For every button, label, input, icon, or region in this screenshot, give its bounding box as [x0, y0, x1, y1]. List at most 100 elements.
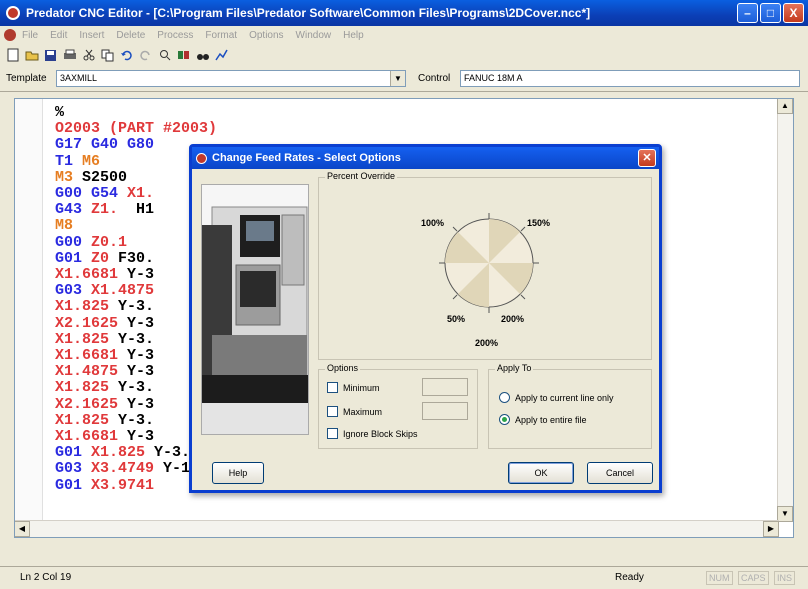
- code-token: M6: [82, 152, 101, 170]
- apply-current-radio[interactable]: Apply to current line only: [499, 392, 614, 403]
- code-token: Z1.: [91, 201, 137, 219]
- scroll-left-icon[interactable]: ◀: [15, 521, 30, 537]
- code-token: G43: [55, 201, 92, 219]
- code-token: X1.825: [55, 298, 119, 316]
- dialog-title: Change Feed Rates - Select Options: [212, 152, 401, 164]
- binoculars-icon[interactable]: [194, 47, 211, 64]
- minimum-label: Minimum: [343, 382, 380, 393]
- chevron-down-icon[interactable]: ▼: [390, 71, 405, 86]
- code-line[interactable]: %: [55, 104, 370, 121]
- code-token: X1.825: [91, 444, 155, 462]
- close-button[interactable]: X: [783, 3, 804, 23]
- redo-icon[interactable]: [137, 47, 154, 64]
- status-ready: Ready: [615, 572, 644, 583]
- minimum-field[interactable]: [422, 378, 468, 396]
- template-select[interactable]: 3AXMILL ▼: [56, 70, 406, 87]
- dialog-titlebar: Change Feed Rates - Select Options ✕: [192, 147, 659, 169]
- radio-button-selected[interactable]: [499, 414, 510, 425]
- print-icon[interactable]: [61, 47, 78, 64]
- code-token: X2.1625: [55, 314, 128, 332]
- control-value: FANUC 18M A: [464, 73, 523, 83]
- code-token: G03: [55, 282, 92, 300]
- undo-icon[interactable]: [118, 47, 135, 64]
- vertical-scrollbar[interactable]: ▲ ▼: [777, 99, 793, 522]
- open-icon[interactable]: [23, 47, 40, 64]
- code-token: M3: [55, 168, 83, 186]
- toolbar: [0, 44, 808, 66]
- change-feed-rates-dialog: Change Feed Rates - Select Options ✕ Per…: [189, 144, 662, 493]
- caps-indicator: CAPS: [738, 571, 769, 585]
- copy-icon[interactable]: [99, 47, 116, 64]
- radio-button[interactable]: [499, 392, 510, 403]
- ok-button[interactable]: OK: [508, 462, 574, 484]
- menu-bar: File Edit Insert Delete Process Format O…: [0, 26, 808, 44]
- control-label: Control: [418, 73, 451, 84]
- code-line[interactable]: O2003 (PART #2003): [55, 121, 370, 137]
- menu-delete[interactable]: Delete: [116, 30, 145, 41]
- code-token: G17 G40 G80: [55, 136, 155, 154]
- code-token: G00: [55, 233, 92, 251]
- template-bar: Template 3AXMILL ▼ Control FANUC 18M A: [0, 66, 808, 92]
- menu-edit[interactable]: Edit: [50, 30, 67, 41]
- code-token: X1.825: [55, 411, 119, 429]
- code-token: G03: [55, 460, 92, 478]
- maximum-checkbox[interactable]: Maximum: [327, 406, 382, 417]
- code-token: Y-3: [127, 266, 155, 284]
- code-token: F30.: [118, 249, 155, 267]
- menu-insert[interactable]: Insert: [79, 30, 104, 41]
- document-icon[interactable]: [4, 29, 16, 41]
- apply-entire-label: Apply to entire file: [515, 414, 587, 425]
- mark-150: 150%: [527, 218, 551, 228]
- menu-file[interactable]: File: [22, 30, 38, 41]
- menu-options[interactable]: Options: [249, 30, 283, 41]
- replace-icon[interactable]: [175, 47, 192, 64]
- window-title: Predator CNC Editor - [C:\Program Files\…: [26, 6, 591, 20]
- code-token: G00 G54: [55, 185, 128, 203]
- help-button[interactable]: Help: [212, 462, 264, 484]
- apply-entire-radio[interactable]: Apply to entire file: [499, 414, 587, 425]
- horizontal-scrollbar[interactable]: ◀ ▶: [15, 520, 779, 537]
- control-field[interactable]: FANUC 18M A: [460, 70, 800, 87]
- dialog-app-icon: [196, 152, 207, 164]
- code-token: Z0.1: [91, 233, 128, 251]
- menu-format[interactable]: Format: [205, 30, 237, 41]
- percent-override-label: Percent Override: [325, 171, 398, 181]
- maximum-label: Maximum: [343, 406, 383, 417]
- checkbox-box[interactable]: [327, 406, 338, 417]
- checkbox-box[interactable]: [327, 428, 338, 439]
- apply-to-group: Apply To Apply to current line only Appl…: [488, 363, 652, 449]
- options-group: Options Minimum Maximum Ignore Block Ski…: [318, 363, 478, 449]
- code-token: X1.: [127, 185, 155, 203]
- code-token: Y-3: [127, 347, 155, 365]
- cursor-position: Ln 2 Col 19: [20, 572, 72, 583]
- scroll-down-icon[interactable]: ▼: [777, 506, 793, 522]
- dialog-close-button[interactable]: ✕: [638, 149, 656, 167]
- menu-window[interactable]: Window: [296, 30, 332, 41]
- maximum-field[interactable]: [422, 402, 468, 420]
- code-token: X1.4875: [55, 363, 128, 381]
- new-icon[interactable]: [4, 47, 21, 64]
- template-value: 3AXMILL: [60, 73, 98, 83]
- save-icon[interactable]: [42, 47, 59, 64]
- ignore-block-skips-checkbox[interactable]: Ignore Block Skips: [327, 428, 418, 439]
- minimum-checkbox[interactable]: Minimum: [327, 382, 380, 393]
- options-label: Options: [325, 363, 361, 373]
- code-token: M8: [55, 217, 74, 235]
- scroll-right-icon[interactable]: ▶: [763, 521, 779, 537]
- percent-override-group: Percent Override 100% 150% 50% 200% 200%: [318, 171, 652, 360]
- menu-process[interactable]: Process: [157, 30, 193, 41]
- code-token: Z0: [91, 249, 119, 267]
- num-indicator: NUM: [706, 571, 733, 585]
- menu-help[interactable]: Help: [343, 30, 364, 41]
- code-token: T1: [55, 152, 83, 170]
- cut-icon[interactable]: [80, 47, 97, 64]
- maximize-button[interactable]: □: [760, 3, 781, 23]
- checkbox-box[interactable]: [327, 382, 338, 393]
- code-token: H1: [136, 201, 155, 219]
- minimize-button[interactable]: –: [737, 3, 758, 23]
- scroll-up-icon[interactable]: ▲: [777, 99, 793, 114]
- find-icon[interactable]: [156, 47, 173, 64]
- graph-icon[interactable]: [213, 47, 230, 64]
- code-token: X1.6681: [55, 428, 128, 446]
- cancel-button[interactable]: Cancel: [587, 462, 653, 484]
